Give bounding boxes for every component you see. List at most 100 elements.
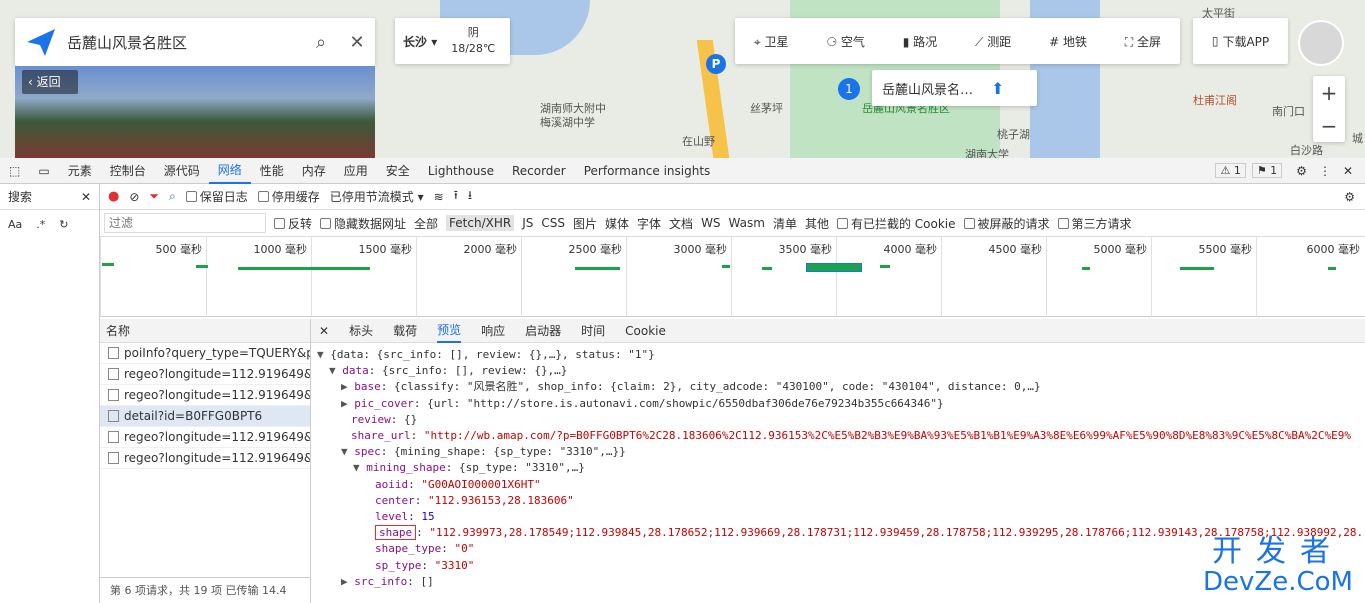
fullscreen-button[interactable]: ⛶ 全屏 [1125,33,1161,50]
tab-initiator[interactable]: 启动器 [525,322,561,339]
blocked-requests-checkbox[interactable]: 被屏蔽的请求 [963,215,1050,232]
timeline-overview[interactable]: 500 毫秒 1000 毫秒 1500 毫秒 2000 毫秒 2500 毫秒 3… [100,237,1365,317]
avatar[interactable] [1298,20,1344,66]
request-row-selected[interactable]: detail?id=B0FFG0BPT6 [100,406,310,427]
filter-all[interactable]: 全部 [414,215,438,232]
search-icon[interactable]: ⌕ [169,189,176,204]
search-icon[interactable]: ⌕ [303,32,339,53]
tab-cookies[interactable]: Cookie [625,324,666,338]
tab-sources[interactable]: 源代码 [155,162,209,179]
preview-line[interactable]: ▼ spec: {mining_shape: {sp_type: "3310",… [317,444,1365,460]
warning-badge[interactable]: ⚠ 1 [1215,163,1246,178]
preview-line[interactable]: ▼ mining_shape: {sp_type: "3310",…} [317,460,1365,476]
filter-media[interactable]: 媒体 [605,215,629,232]
filter-icon[interactable]: ⏷ [149,189,159,204]
filter-js[interactable]: JS [522,216,533,230]
tab-elements[interactable]: 元素 [59,162,101,179]
map-label: 南门口 [1272,105,1305,118]
preview-line[interactable]: ▼ data: {src_info: [], review: {},…} [317,363,1365,379]
tab-performance-insights[interactable]: Performance insights [575,164,720,178]
tab-application[interactable]: 应用 [335,162,377,179]
tab-memory[interactable]: 内存 [293,162,335,179]
zoom-control: + − [1313,76,1345,142]
tab-security[interactable]: 安全 [377,162,419,179]
back-button[interactable]: ‹ 返回 [22,70,78,94]
city-weather[interactable]: 长沙 ▾ 阴 18/28℃ [395,18,510,64]
air-button[interactable]: ⚆ 空气 [826,33,865,50]
poi-tooltip[interactable]: 岳麓山风景名… ⬆ [872,70,1037,106]
filter-fetch-xhr[interactable]: Fetch/XHR [446,215,515,231]
refresh-icon[interactable]: ↻ [59,218,68,231]
search-input[interactable]: 岳麓山风景名胜区 [67,32,303,53]
request-row[interactable]: regeo?longitude=112.919649&l... [100,385,310,406]
tab-response[interactable]: 响应 [481,322,505,339]
measure-button[interactable]: ⟋ 测距 [975,33,1011,50]
satellite-button[interactable]: ⌖ 卫星 [754,33,789,50]
tab-headers[interactable]: 标头 [349,322,373,339]
close-detail-icon[interactable]: ✕ [319,324,329,338]
timeline-bar [102,263,114,266]
filter-css[interactable]: CSS [541,216,565,230]
filter-other[interactable]: 其他 [805,215,829,232]
preview-line[interactable]: ▶ base: {classify: "风景名胜", shop_info: {c… [317,379,1365,395]
wifi-icon[interactable]: ≋ [434,190,444,204]
issue-badge[interactable]: ⚑ 1 [1251,163,1283,178]
route-icon[interactable]: ⬆ [991,79,1004,98]
filter-wasm[interactable]: Wasm [729,216,765,230]
zoom-out-button[interactable]: − [1321,114,1338,138]
download-icon[interactable]: ⭳ [468,186,472,207]
name-column-header[interactable]: 名称 [100,319,310,343]
tab-lighthouse[interactable]: Lighthouse [419,164,503,178]
close-icon[interactable]: ✕ [339,32,375,53]
map-area[interactable]: 湖南师大附中 梅溪湖中学 丝茅坪 在山野 岳麓山风景名胜区 桃子湖 湖南大学 太… [0,0,1365,158]
tab-preview[interactable]: 预览 [437,319,462,343]
tab-console[interactable]: 控制台 [101,162,155,179]
settings-icon[interactable]: ⚙ [1296,164,1307,178]
search-box[interactable]: 岳麓山风景名胜区 ⌕ ✕ [15,18,375,66]
close-search-icon[interactable]: ✕ [81,190,91,204]
city-selector[interactable]: 长沙 ▾ [403,33,437,50]
close-devtools-icon[interactable]: ✕ [1343,164,1353,178]
more-icon[interactable]: ⋮ [1319,164,1331,178]
third-party-checkbox[interactable]: 第三方请求 [1057,215,1132,232]
upload-icon[interactable]: ⭱ [454,186,458,207]
tab-payload[interactable]: 载荷 [393,322,417,339]
filter-manifest[interactable]: 清单 [773,215,797,232]
tab-recorder[interactable]: Recorder [503,164,575,178]
poi-marker[interactable]: 1 [838,78,860,100]
hide-data-urls-checkbox[interactable]: 隐藏数据网址 [320,215,406,232]
tab-performance[interactable]: 性能 [251,162,293,179]
map-label: 丝茅坪 [750,102,783,115]
invert-checkbox[interactable]: 反转 [274,215,312,232]
request-row[interactable]: regeo?longitude=112.919649&l... [100,364,310,385]
clear-button[interactable]: ⊘ [129,190,139,204]
traffic-button[interactable]: ▮ 路况 [903,33,937,50]
filter-img[interactable]: 图片 [573,215,597,232]
network-settings-icon[interactable]: ⚙ [1344,190,1355,204]
inspect-icon[interactable]: ⬚ [0,164,29,178]
device-icon[interactable]: ▭ [29,164,58,178]
preserve-log-checkbox[interactable]: 保留日志 [185,188,248,205]
request-row[interactable]: regeo?longitude=112.919649&l... [100,427,310,448]
tab-network[interactable]: 网络 [208,158,251,184]
throttle-select[interactable]: 已停用节流模式 ▾ [330,188,424,205]
match-case-button[interactable]: Aa [8,218,22,231]
preview-line[interactable]: ▼ {data: {src_info: [], review: {},…}, s… [317,347,1365,363]
tab-timing[interactable]: 时间 [581,322,605,339]
filter-ws[interactable]: WS [701,216,720,230]
zoom-in-button[interactable]: + [1321,81,1338,105]
blocked-cookies-checkbox[interactable]: 有已拦截的 Cookie [836,215,956,232]
request-row[interactable]: poiInfo?query_type=TQUERY&p... [100,343,310,364]
download-app-button[interactable]: ▯ 下载APP [1193,18,1288,64]
disable-cache-checkbox[interactable]: 停用缓存 [257,188,320,205]
filter-font[interactable]: 字体 [637,215,661,232]
parking-icon[interactable]: P [706,54,726,74]
preview-line[interactable]: ▶ pic_cover: {url: "http://store.is.auto… [317,396,1365,412]
record-button[interactable]: ● [108,189,119,204]
preview-line: level: 15 [375,510,435,524]
regex-button[interactable]: .* [36,218,45,231]
filter-doc[interactable]: 文档 [669,215,693,232]
subway-button[interactable]: # 地铁 [1049,33,1087,50]
filter-input[interactable]: 过滤 [104,213,266,233]
request-row[interactable]: regeo?longitude=112.919649&l... [100,448,310,469]
